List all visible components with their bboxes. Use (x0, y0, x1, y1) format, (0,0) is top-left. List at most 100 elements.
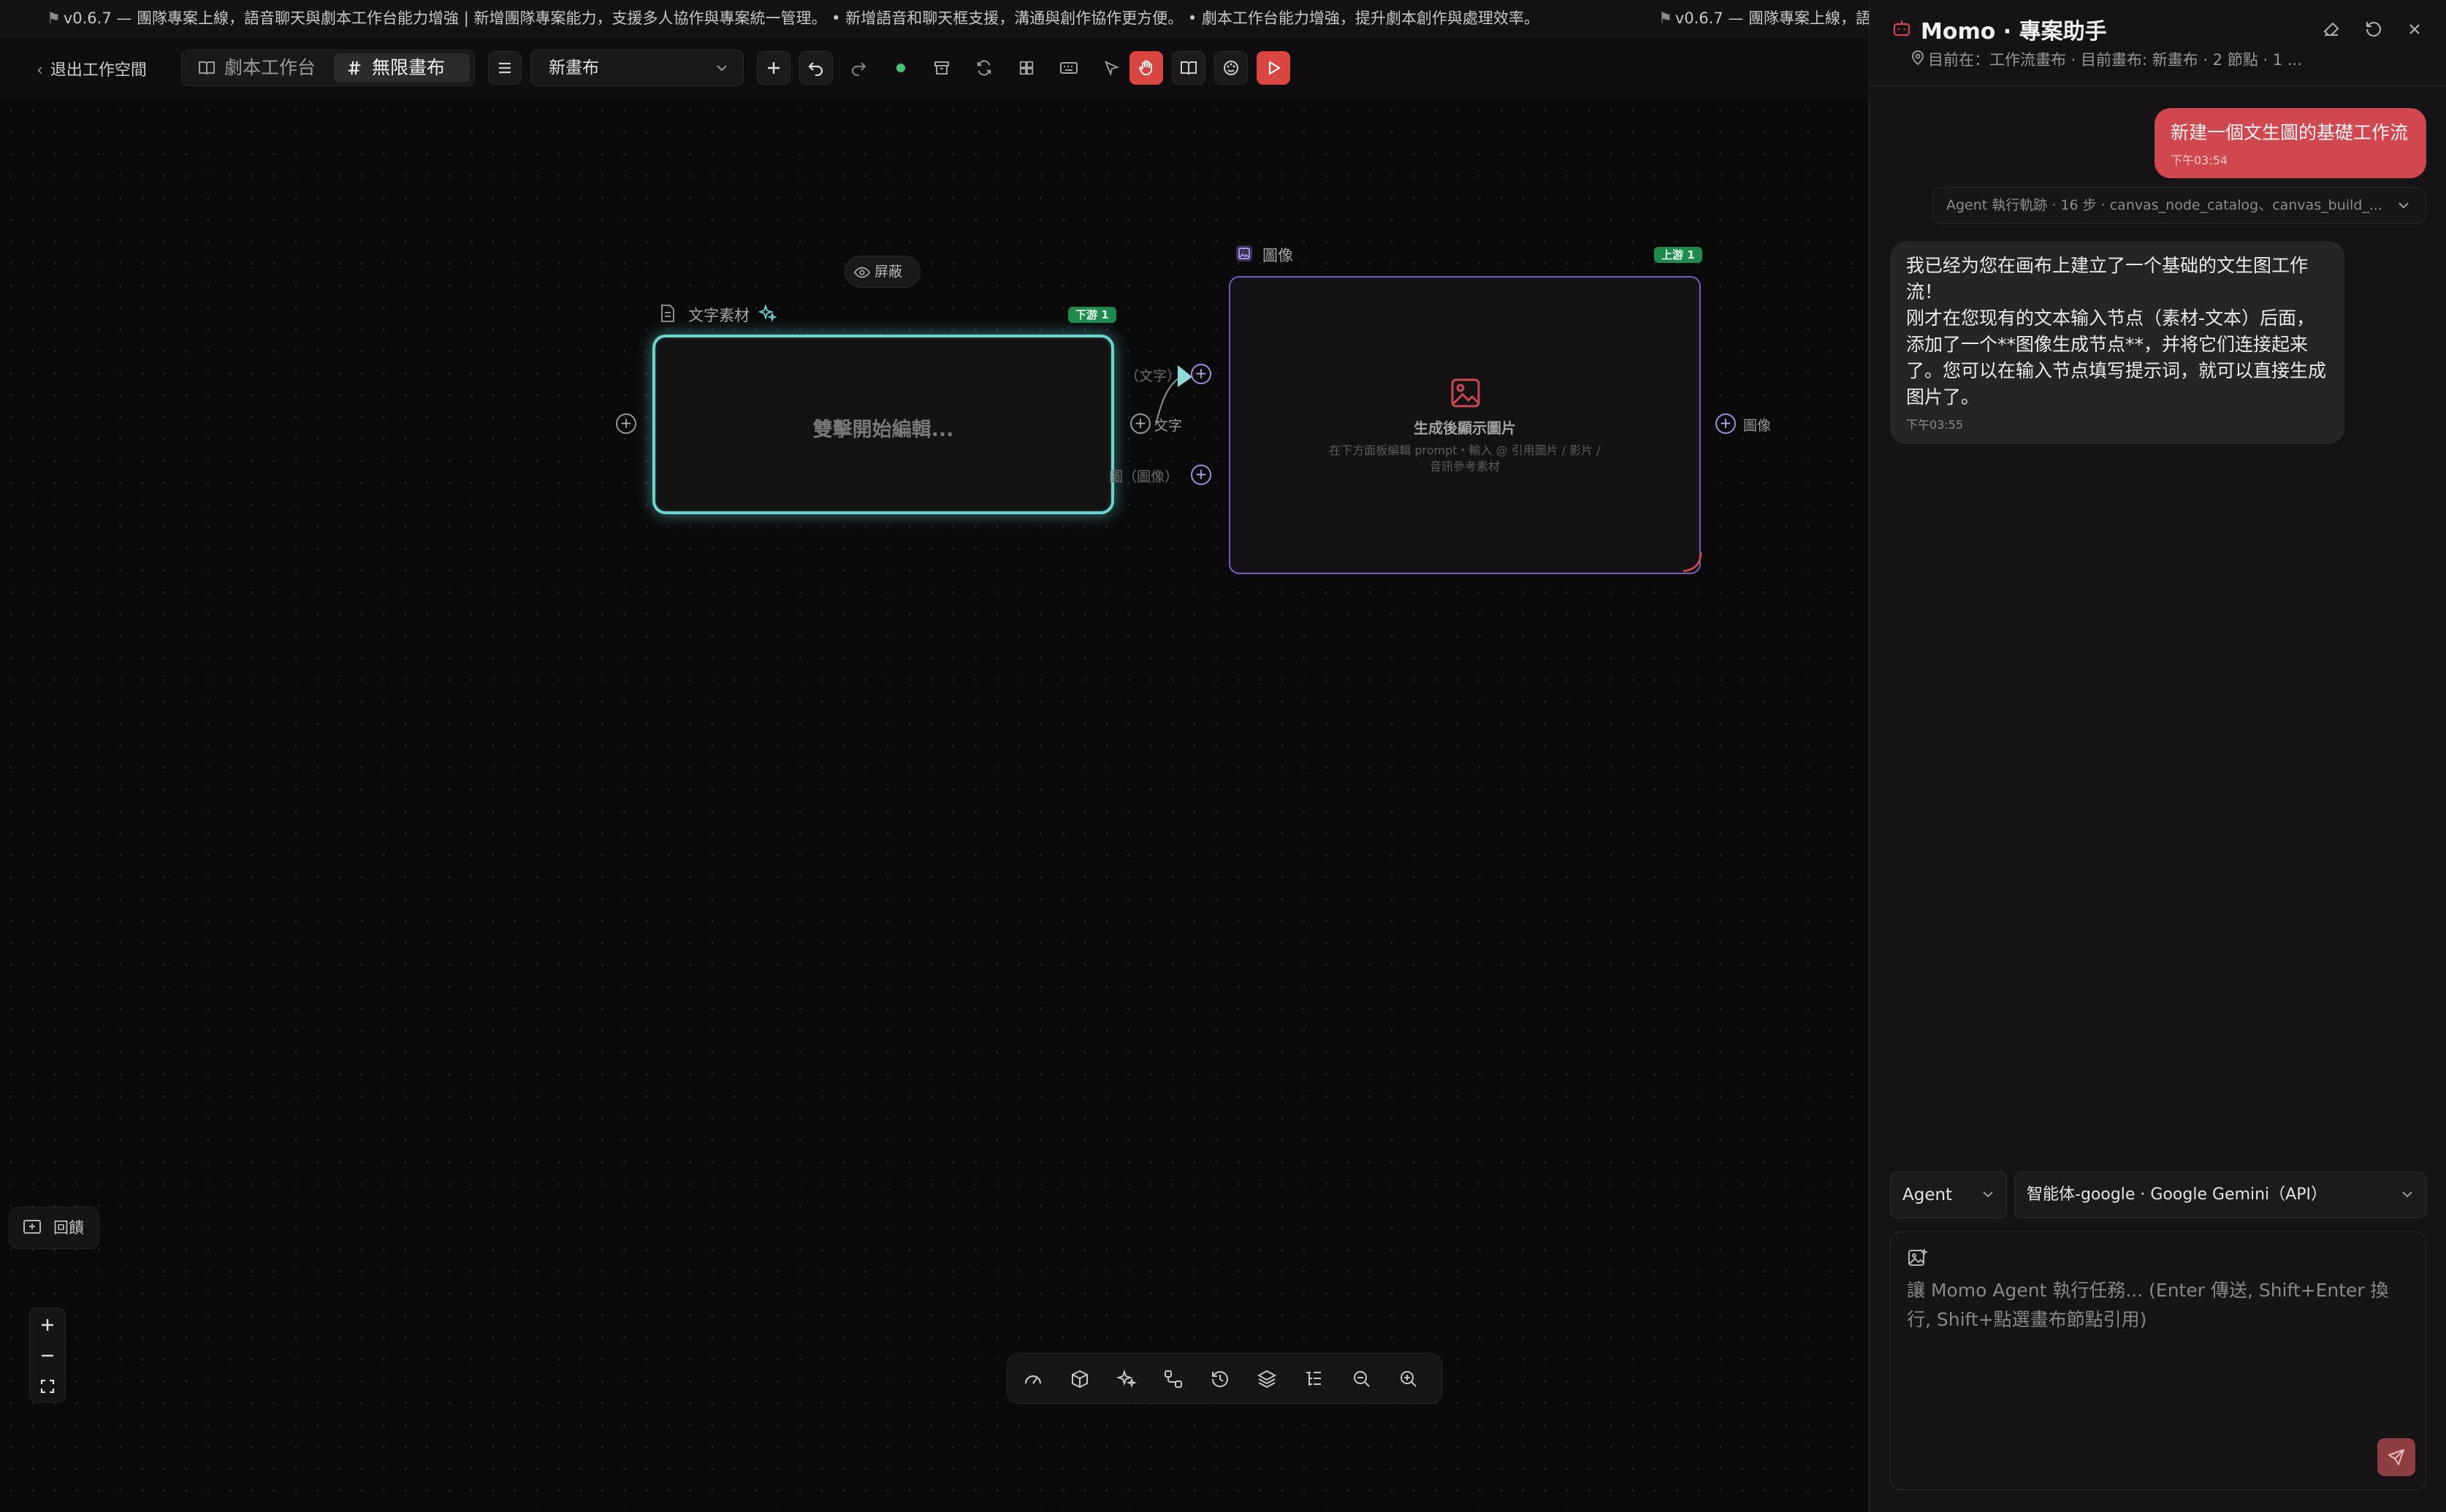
agent-trace-toggle[interactable]: Agent 執行軌跡 · 16 步 · canvas_node_catalog、… (1932, 187, 2426, 224)
user-message: 新建一個文生圖的基礎工作流 下午03:54 (2154, 108, 2426, 178)
dashboard-button[interactable] (1018, 1364, 1048, 1394)
layers-icon (1257, 1370, 1277, 1389)
chevron-left-icon: ‹ (37, 61, 43, 80)
play-icon (1268, 61, 1281, 75)
layout-grid-icon (1019, 61, 1034, 75)
tab-infinite-canvas[interactable]: 無限畫布 (334, 53, 470, 83)
assets-button[interactable] (1064, 1364, 1095, 1394)
bot-icon (1893, 20, 1910, 37)
clear-chat-button[interactable] (2315, 13, 2347, 45)
image-node-icon (1236, 245, 1252, 261)
book-open-icon (1181, 61, 1197, 75)
image-node-title: 圖像 (1262, 247, 1293, 264)
downstream-badge: 下游 1 (1068, 307, 1116, 323)
redo-icon (851, 62, 866, 76)
cursor-icon (1104, 60, 1119, 76)
view-tabs: 劇本工作台 無限畫布 (181, 50, 475, 86)
palette-icon (1224, 61, 1238, 75)
image-output-port-label: 圖像 (1743, 418, 1772, 434)
image-generation-node[interactable]: 生成後顯示圖片 在下方面板編輯 prompt・輸入 @ 引用圖片 / 影片 / … (1229, 276, 1701, 574)
run-workflow-button[interactable] (1257, 51, 1290, 85)
redo-button[interactable] (842, 51, 875, 85)
flag-icon: ⚑ (47, 9, 61, 27)
hand-icon (1139, 60, 1152, 75)
user-message-text: 新建一個文生圖的基礎工作流 (2171, 122, 2409, 143)
image-node-output-port[interactable]: + (1715, 413, 1736, 434)
menu-button[interactable] (488, 51, 522, 85)
assistant-message: 我已经为您在画布上建立了一个基础的文生图工作流！ 刚才在您现有的文本输入节点（素… (1890, 241, 2344, 444)
zoom-out-button[interactable] (30, 1340, 65, 1371)
assistant-message-text: 刚才在您现有的文本输入节点（素材-文本）后面，添加了一个**图像生成节点**，并… (1906, 308, 2327, 408)
canvas-select[interactable]: 新畫布 (530, 50, 744, 86)
ai-tools-button[interactable] (1111, 1364, 1142, 1394)
select-tool-button[interactable] (1094, 51, 1128, 85)
gauge-icon (1024, 1375, 1042, 1384)
guide-button[interactable] (1172, 51, 1205, 85)
archive-button[interactable] (925, 51, 959, 85)
add-node-button[interactable] (757, 51, 790, 85)
assistant-message-text: 我已经为您在画布上建立了一个基础的文生图工作流！ (1906, 255, 2309, 302)
text-material-node[interactable]: 雙擊開始編輯... (652, 335, 1114, 514)
ticker-segment: ⚑ v0.6.7 — 團隊專案上線，語音聊天與劇本工作台能力增強 | 新增團隊專案… (47, 9, 1539, 27)
workflow-button[interactable] (1158, 1364, 1189, 1394)
theme-button[interactable] (1214, 51, 1248, 85)
chevron-down-icon (2399, 202, 2409, 209)
agent-mode-select[interactable]: Agent (1890, 1172, 2007, 1218)
text-port-label: 文字 (1154, 418, 1183, 434)
zoom-out-bottom-button[interactable] (1346, 1364, 1377, 1394)
message-timestamp: 下午03:55 (1906, 418, 1964, 432)
status-dot-icon (896, 64, 905, 72)
image-node-text-input-port[interactable]: + (1191, 364, 1211, 384)
resize-handle[interactable] (1679, 549, 1705, 576)
image-node-heading: 生成後顯示圖片 (1414, 419, 1516, 437)
layers-button[interactable] (1251, 1364, 1282, 1394)
shield-toggle-button[interactable]: 屏蔽 (845, 256, 921, 288)
message-composer (1890, 1232, 2426, 1490)
keyboard-icon (1060, 62, 1078, 74)
image-upload-icon[interactable] (1907, 1247, 1929, 1269)
minus-icon (42, 1354, 53, 1357)
reset-chat-button[interactable] (2358, 13, 2390, 45)
plus-icon (768, 62, 780, 74)
archive-icon (934, 61, 949, 75)
announcement-ticker: ⚑ v0.6.7 — 團隊專案上線，語音聊天與劇本工作台能力增強 | 新增團隊專案… (0, 0, 1869, 37)
zoom-in-button[interactable] (30, 1310, 65, 1340)
chevron-down-icon (2402, 1191, 2412, 1198)
model-select[interactable]: 智能体-google · Google Gemini（API） (2014, 1172, 2426, 1218)
sparkles-icon (1116, 1369, 1137, 1389)
text-node-input-port[interactable]: + (616, 413, 636, 434)
close-panel-button[interactable] (2399, 13, 2431, 45)
exit-workspace-button[interactable]: ‹ 退出工作空間 (37, 57, 147, 80)
sparkle-icon[interactable] (758, 304, 777, 323)
infinite-canvas[interactable]: 屏蔽 文字素材 下游 1 雙擊開始編輯... + + 文字 圖像 上游 1 生成… (0, 99, 1869, 1512)
zoom-in-bottom-button[interactable] (1393, 1364, 1424, 1394)
refresh-button[interactable] (967, 51, 1001, 85)
zoom-controls (29, 1307, 66, 1402)
history-button[interactable] (1205, 1364, 1235, 1394)
tab-script-workbench[interactable]: 劇本工作台 (186, 53, 327, 83)
outline-button[interactable] (1298, 1364, 1329, 1394)
keyboard-button[interactable] (1052, 51, 1086, 85)
workflow-icon (1165, 1370, 1182, 1388)
plus-icon (42, 1319, 53, 1331)
undo-button[interactable] (799, 51, 833, 85)
zoom-out-icon (1354, 1371, 1370, 1387)
image-input-port-label: 圖（圖像） (1109, 469, 1179, 485)
image-placeholder-icon (1451, 378, 1480, 408)
top-toolbar: ‹ 退出工作空間 劇本工作台 無限畫布 新畫布 (0, 37, 1869, 99)
layout-button[interactable] (1010, 51, 1043, 85)
fit-view-button[interactable] (30, 1371, 65, 1402)
image-node-image-input-port[interactable]: + (1191, 465, 1211, 485)
message-input[interactable] (1907, 1276, 2389, 1378)
send-button[interactable] (2377, 1438, 2415, 1476)
status-indicator (884, 51, 918, 85)
hand-tool-button[interactable] (1129, 51, 1163, 85)
menu-icon (499, 62, 511, 74)
list-tree-icon (1306, 1372, 1321, 1386)
text-node-output-port[interactable]: + (1130, 413, 1151, 434)
refresh-icon (977, 60, 991, 76)
feedback-button[interactable]: 回饋 (9, 1207, 99, 1249)
chevron-down-icon (717, 65, 727, 72)
undo-icon (808, 62, 823, 76)
send-icon (2388, 1449, 2404, 1465)
